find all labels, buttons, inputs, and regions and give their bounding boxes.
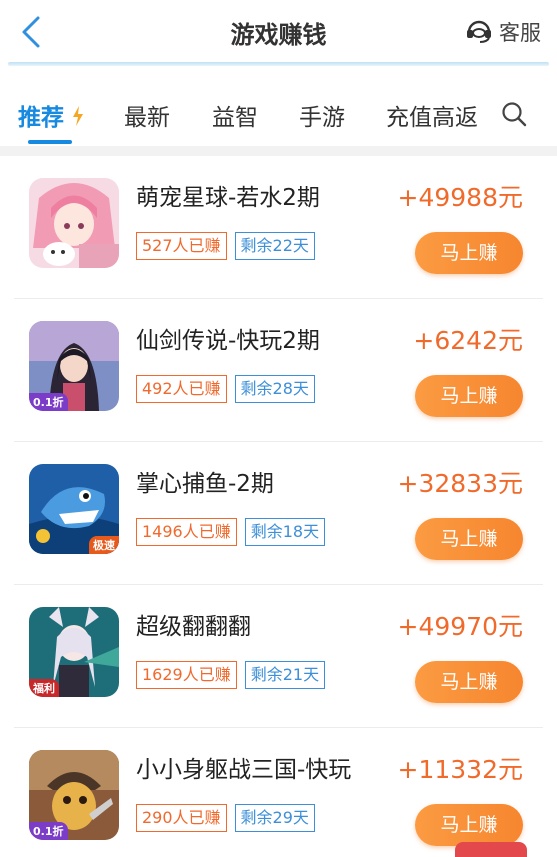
welfare-badge: 福利	[29, 679, 59, 697]
earn-now-button[interactable]: 马上赚	[415, 804, 523, 846]
tab-label: 推荐	[18, 105, 64, 131]
reward-amount: +49988元	[397, 183, 523, 212]
game-title: 小小身躯战三国-快玩	[136, 757, 352, 783]
reward-amount: +49970元	[397, 612, 523, 641]
earn-now-button[interactable]: 马上赚	[415, 518, 523, 560]
earned-count-tag: 527人已赚	[136, 232, 227, 260]
header-shadow-divider	[8, 62, 549, 66]
list-item[interactable]: 0.1折 小小身躯战三国-快玩 290人已赚 剩余29天 +11332元 马上赚	[0, 728, 557, 857]
game-thumbnail: 福利	[29, 607, 119, 697]
lightning-icon	[72, 105, 84, 131]
category-tabs: 推荐 最新 益智 手游 充值高返	[0, 88, 557, 144]
days-remaining-tag: 剩余21天	[244, 661, 326, 689]
game-tags: 290人已赚 剩余29天	[136, 804, 315, 832]
tab-recommend[interactable]: 推荐	[18, 98, 84, 132]
headset-icon	[465, 16, 493, 48]
game-title: 萌宠星球-若水2期	[136, 185, 320, 211]
game-tags: 492人已赚 剩余28天	[136, 375, 315, 403]
tab-puzzle[interactable]: 益智	[212, 98, 258, 132]
game-thumbnail: 0.1折	[29, 321, 119, 411]
discount-badge: 0.1折	[29, 393, 68, 411]
customer-service-button[interactable]: 客服	[465, 15, 541, 49]
section-divider	[0, 146, 557, 156]
discount-badge: 0.1折	[29, 822, 68, 840]
top-navigation-bar: 游戏赚钱 客服	[0, 0, 557, 64]
list-item[interactable]: 福利 超级翻翻翻 1629人已赚 剩余21天 +49970元 马上赚	[0, 585, 557, 728]
days-remaining-tag: 剩余29天	[234, 804, 315, 832]
earned-count-tag: 492人已赚	[136, 375, 227, 403]
days-remaining-tag: 剩余18天	[244, 518, 326, 546]
earn-now-button[interactable]: 马上赚	[415, 232, 523, 274]
tab-latest[interactable]: 最新	[124, 98, 170, 132]
game-title: 仙剑传说-快玩2期	[136, 328, 320, 354]
list-item[interactable]: 极速 掌心捕鱼-2期 1496人已赚 剩余18天 +32833元 马上赚	[0, 442, 557, 585]
tab-recharge-rebate[interactable]: 充值高返	[386, 98, 478, 132]
reward-amount: +6242元	[413, 326, 523, 355]
list-item[interactable]: 萌宠星球-若水2期 527人已赚 剩余22天 +49988元 马上赚	[0, 156, 557, 299]
days-remaining-tag: 剩余28天	[234, 375, 315, 403]
floating-edge-tab[interactable]	[455, 842, 527, 857]
earn-now-button[interactable]: 马上赚	[415, 661, 523, 703]
earned-count-tag: 1496人已赚	[136, 518, 237, 546]
game-thumbnail: 极速	[29, 464, 119, 554]
earned-count-tag: 290人已赚	[136, 804, 227, 832]
reward-amount: +32833元	[397, 469, 523, 498]
game-thumbnail	[29, 178, 119, 268]
game-title: 超级翻翻翻	[136, 614, 251, 640]
reward-amount: +11332元	[397, 755, 523, 784]
game-tags: 527人已赚 剩余22天	[136, 232, 315, 260]
tab-mobile-games[interactable]: 手游	[299, 98, 345, 132]
game-tags: 1629人已赚 剩余21天	[136, 661, 326, 689]
search-icon[interactable]	[500, 100, 528, 130]
game-tags: 1496人已赚 剩余18天	[136, 518, 326, 546]
customer-service-label: 客服	[499, 21, 541, 45]
game-thumbnail: 0.1折	[29, 750, 119, 840]
active-tab-indicator	[28, 140, 72, 144]
game-title: 掌心捕鱼-2期	[136, 471, 274, 497]
earned-count-tag: 1629人已赚	[136, 661, 237, 689]
earn-now-button[interactable]: 马上赚	[415, 375, 523, 417]
days-remaining-tag: 剩余22天	[234, 232, 315, 260]
speed-badge: 极速	[89, 536, 119, 554]
list-item[interactable]: 0.1折 仙剑传说-快玩2期 492人已赚 剩余28天 +6242元 马上赚	[0, 299, 557, 442]
